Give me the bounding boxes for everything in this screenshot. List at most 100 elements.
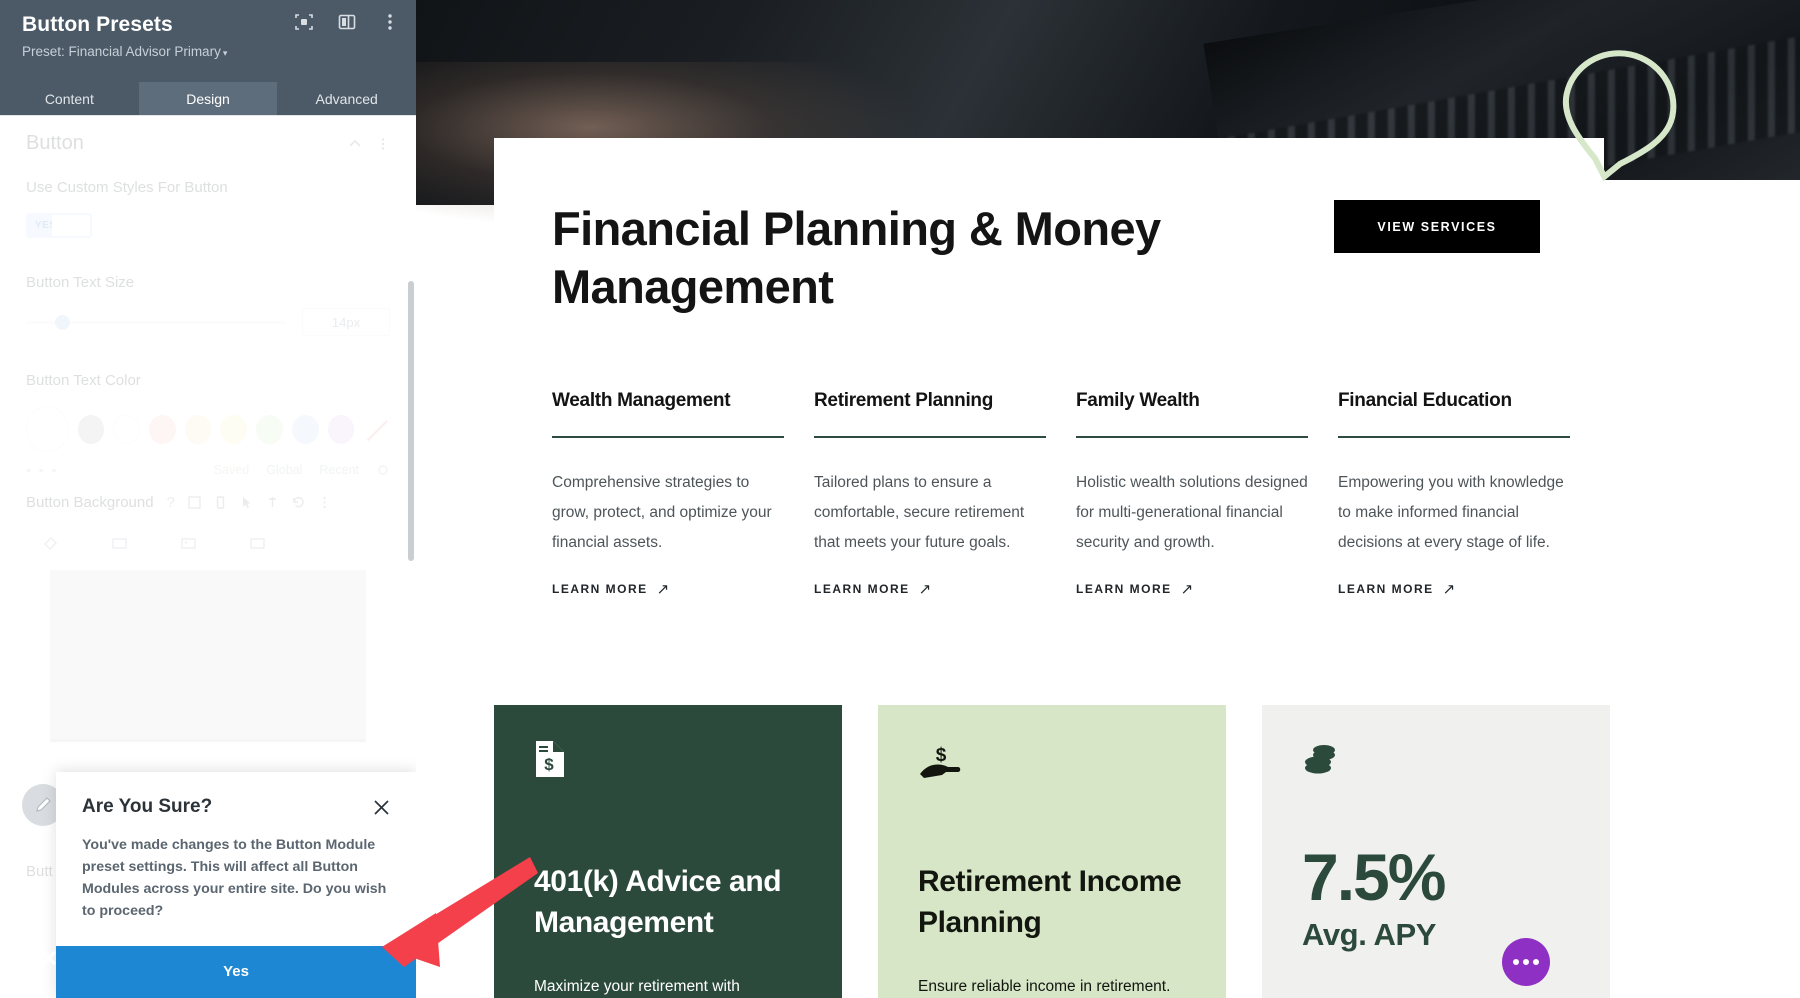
swatch-tab-recent[interactable]: Recent xyxy=(319,463,359,477)
service-column: Financial Education Empowering you with … xyxy=(1338,388,1570,598)
color-swatches xyxy=(26,406,390,452)
panel-subtitle-text: Preset: Financial Advisor Primary xyxy=(22,44,221,59)
service-description: Tailored plans to ensure a comfortable, … xyxy=(814,474,1025,551)
swatch-custom[interactable] xyxy=(26,406,69,452)
more-vertical-icon[interactable] xyxy=(380,12,400,32)
button-background-row: Button Background ? xyxy=(26,494,390,511)
service-title: Financial Education xyxy=(1338,390,1512,411)
fab-dot xyxy=(1523,959,1529,965)
text-size-slider[interactable] xyxy=(26,314,286,330)
swatch-dots[interactable]: • • • xyxy=(26,462,58,478)
feature-card-401k[interactable]: $ 401(k) Advice and Management Maximize … xyxy=(494,705,842,998)
page-content: Financial Planning & Money Management VI… xyxy=(416,0,1800,998)
image-icon[interactable] xyxy=(180,535,197,552)
help-icon[interactable]: ? xyxy=(167,494,175,511)
svg-text:$: $ xyxy=(936,745,947,766)
swatch-red[interactable] xyxy=(149,414,176,444)
panel-tabs: Content Design Advanced xyxy=(0,82,416,116)
tab-advanced[interactable]: Advanced xyxy=(277,82,416,115)
swatch-purple[interactable] xyxy=(327,414,355,444)
arrow-up-right-icon: ↗ xyxy=(918,581,933,598)
tab-design[interactable]: Design xyxy=(138,82,278,115)
panel-subtitle[interactable]: Preset: Financial Advisor Primary ▾ xyxy=(22,41,398,64)
color-fill-icon[interactable] xyxy=(42,535,59,552)
service-title: Retirement Planning xyxy=(814,390,994,411)
bottom-setting-label: Butt xyxy=(26,863,53,880)
undo-icon[interactable] xyxy=(292,496,305,509)
swatch-green[interactable] xyxy=(256,414,283,444)
close-overlay-icon[interactable]: ✕ xyxy=(36,946,62,972)
learn-more-link[interactable]: LEARN MORE ↗ xyxy=(552,580,671,598)
service-title: Family Wealth xyxy=(1076,390,1200,411)
arrow-up-right-icon: ↗ xyxy=(1180,581,1195,598)
swatch-grey[interactable] xyxy=(77,414,105,444)
mobile-icon[interactable] xyxy=(214,496,227,509)
learn-more-link[interactable]: LEARN MORE ↗ xyxy=(1076,580,1195,598)
button-section-header[interactable]: Button xyxy=(26,132,390,155)
feature-card-apy-stat[interactable]: 7.5% Avg. APY xyxy=(1262,705,1610,998)
settings-list: Button Use Custom Styles For Button YES … xyxy=(0,116,416,742)
view-services-button[interactable]: VIEW SERVICES xyxy=(1334,200,1540,253)
gear-icon[interactable] xyxy=(376,463,390,477)
more-options-fab[interactable] xyxy=(1502,938,1550,986)
video-icon[interactable] xyxy=(249,535,266,552)
hand-holding-dollar-icon: $ xyxy=(918,741,1186,787)
background-tool-tabs xyxy=(26,527,390,552)
swatch-tab-global[interactable]: Global xyxy=(266,463,302,477)
page-title: Financial Planning & Money Management xyxy=(552,202,1161,313)
section-title: Button xyxy=(26,132,84,154)
slider-handle[interactable] xyxy=(54,314,70,330)
feature-card-retirement-income[interactable]: $ Retirement Income Planning Ensure reli… xyxy=(878,705,1226,998)
use-custom-styles-toggle[interactable]: YES xyxy=(26,213,92,238)
tab-content[interactable]: Content xyxy=(0,82,139,115)
swatch-tab-saved[interactable]: Saved xyxy=(214,463,249,477)
swatch-white[interactable] xyxy=(113,414,141,444)
panel-settings-faded: Button Use Custom Styles For Button YES … xyxy=(0,116,416,880)
swatch-blue[interactable] xyxy=(291,414,319,444)
learn-more-label: LEARN MORE xyxy=(1338,582,1434,596)
service-divider xyxy=(814,436,1046,438)
close-icon[interactable] xyxy=(373,799,390,816)
invoice-document-dollar-icon: $ xyxy=(534,741,802,787)
use-custom-styles-label: Use Custom Styles For Button xyxy=(26,179,228,196)
more-vertical-icon[interactable] xyxy=(376,137,390,151)
swatch-orange[interactable] xyxy=(184,414,212,444)
text-size-value[interactable]: 14px xyxy=(302,308,390,336)
cursor-icon[interactable] xyxy=(240,496,253,509)
pencil-icon xyxy=(36,797,51,812)
service-column: Retirement Planning Tailored plans to en… xyxy=(814,388,1046,598)
background-preview[interactable] xyxy=(50,570,366,742)
more-vertical-icon[interactable] xyxy=(318,496,331,509)
button-background-label: Button Background xyxy=(26,494,154,511)
learn-more-label: LEARN MORE xyxy=(814,582,910,596)
screenshot-root: Financial Planning & Money Management VI… xyxy=(0,0,1800,998)
button-presets-panel: Button Presets Preset: Financial Advisor… xyxy=(0,0,416,998)
card-title: Retirement Income Planning xyxy=(918,865,1182,939)
panel-header-icons xyxy=(294,12,400,32)
chevron-up-icon[interactable] xyxy=(348,137,362,151)
learn-more-link[interactable]: LEARN MORE ↗ xyxy=(814,580,933,598)
panel-body: Button Use Custom Styles For Button YES … xyxy=(0,116,416,998)
service-divider xyxy=(552,436,784,438)
desktop-icon[interactable] xyxy=(188,496,201,509)
swatch-transparent[interactable] xyxy=(363,414,390,444)
confirm-dialog-header: Are You Sure? xyxy=(56,772,416,818)
learn-more-link[interactable]: LEARN MORE ↗ xyxy=(1338,580,1457,598)
feature-cards: $ 401(k) Advice and Management Maximize … xyxy=(494,705,1739,998)
gradient-icon[interactable] xyxy=(111,535,128,552)
stat-label: Avg. APY xyxy=(1302,917,1437,952)
swatch-yellow[interactable] xyxy=(220,414,248,444)
fab-dot xyxy=(1512,959,1519,965)
pin-icon[interactable] xyxy=(266,496,279,509)
fab-dot xyxy=(1533,959,1540,965)
layout-panel-icon[interactable] xyxy=(337,12,357,32)
panel-scrollbar[interactable] xyxy=(408,281,414,561)
card-description: Ensure reliable income in retirement. xyxy=(918,978,1171,995)
button-text-size-control: 14px xyxy=(26,308,390,336)
confirm-dialog-title: Are You Sure? xyxy=(82,796,213,817)
focus-target-icon[interactable] xyxy=(294,12,314,32)
card-description: Maximize your retirement with xyxy=(534,978,740,995)
learn-more-label: LEARN MORE xyxy=(1076,582,1172,596)
confirm-yes-button[interactable]: Yes xyxy=(56,946,416,998)
stacked-coins-icon xyxy=(1302,741,1570,787)
